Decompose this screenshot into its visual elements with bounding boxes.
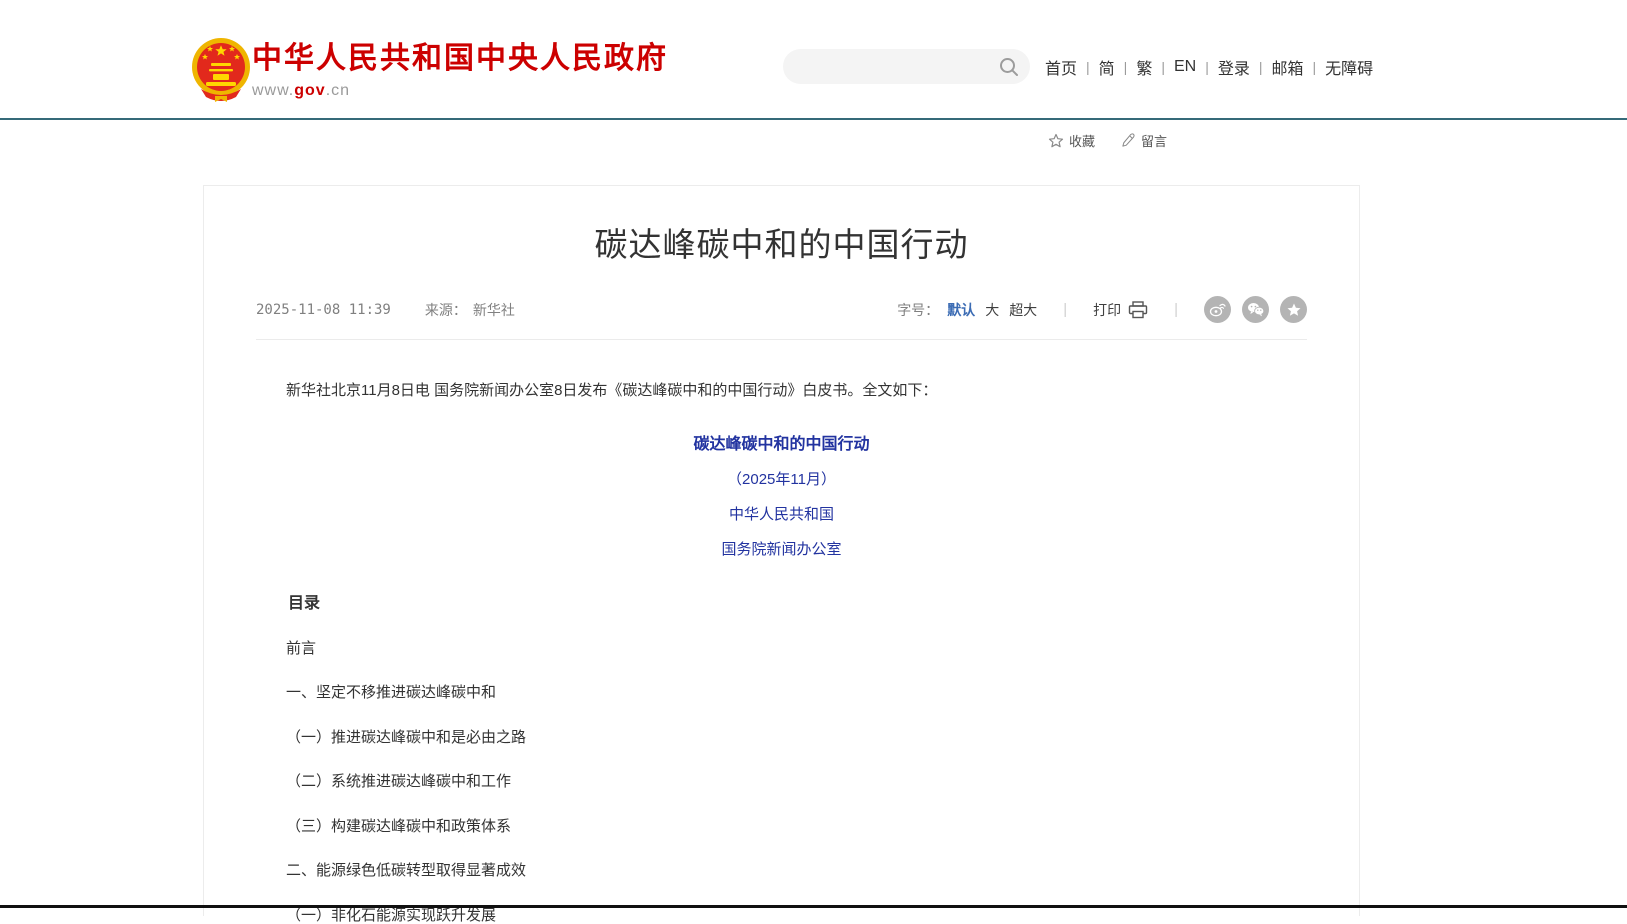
nav-separator: |	[1161, 59, 1165, 75]
nav-separator: |	[1259, 59, 1263, 75]
nav-separator: |	[1086, 59, 1090, 75]
search-button[interactable]	[997, 55, 1021, 79]
toc-item-section1: 一、坚定不移推进碳达峰碳中和	[256, 685, 1307, 702]
national-emblem-logo	[189, 36, 253, 104]
print-button[interactable]: 打印	[1093, 300, 1148, 320]
search-input[interactable]	[783, 49, 1030, 84]
meta-separator: |	[1174, 301, 1178, 318]
nav-link-accessibility[interactable]: 无障碍	[1325, 55, 1373, 79]
favorite-button[interactable]: 收藏	[1048, 131, 1095, 150]
doc-org-line2: 国务院新闻办公室	[256, 538, 1307, 559]
printer-icon	[1128, 301, 1148, 319]
site-url-highlight: gov	[294, 82, 325, 99]
search-box	[783, 49, 1030, 84]
weibo-icon	[1209, 301, 1226, 318]
source-label: 来源：	[425, 300, 467, 320]
toc-item-section2-1: （一）非化石能源实现跃升发展	[256, 908, 1307, 924]
site-title: 中华人民共和国中央人民政府	[252, 42, 668, 75]
toc-item-section1-1: （一）推进碳达峰碳中和是必由之路	[256, 730, 1307, 747]
toc-item-section1-3: （三）构建碳达峰碳中和政策体系	[256, 819, 1307, 836]
font-size-default-button[interactable]: 默认	[947, 300, 975, 320]
article-card: 碳达峰碳中和的中国行动 2025-11-08 11:39 来源： 新华社 字号：…	[203, 185, 1360, 916]
pen-icon	[1121, 133, 1136, 148]
share-icons	[1204, 296, 1307, 323]
nav-link-traditional[interactable]: 繁	[1136, 55, 1152, 79]
source-value[interactable]: 新华社	[473, 300, 515, 320]
share-more-button[interactable]	[1280, 296, 1307, 323]
font-size-large-button[interactable]: 大	[985, 300, 999, 320]
doc-org-line1: 中华人民共和国	[256, 503, 1307, 524]
page-toolbar: 收藏 留言	[1048, 131, 1167, 150]
site-url-suffix: .cn	[326, 82, 350, 99]
wechat-icon	[1247, 302, 1265, 317]
article-title: 碳达峰碳中和的中国行动	[204, 218, 1359, 266]
print-label: 打印	[1093, 300, 1121, 320]
toc-heading: 目录	[256, 589, 1307, 613]
nav-link-home[interactable]: 首页	[1045, 55, 1077, 79]
search-icon	[997, 55, 1021, 79]
font-size-label: 字号：	[897, 300, 939, 320]
nav-link-english[interactable]: EN	[1174, 58, 1196, 76]
window-bottom-edge	[0, 905, 1627, 908]
site-url-prefix: www.	[252, 82, 294, 99]
meta-separator: |	[1063, 301, 1067, 318]
star-icon	[1048, 133, 1064, 149]
nav-link-simplified[interactable]: 简	[1099, 55, 1115, 79]
doc-title: 碳达峰碳中和的中国行动	[256, 430, 1307, 454]
favorite-label: 收藏	[1069, 131, 1095, 150]
article-meta-right: 字号： 默认 大 超大 | 打印 |	[897, 296, 1307, 323]
nav-separator: |	[1313, 59, 1317, 75]
toc-item-section1-2: （二）系统推进碳达峰碳中和工作	[256, 774, 1307, 791]
article-body: 新华社北京11月8日电 国务院新闻办公室8日发布《碳达峰碳中和的中国行动》白皮书…	[204, 378, 1359, 924]
nav-separator: |	[1124, 59, 1128, 75]
nav-link-mail[interactable]: 邮箱	[1272, 55, 1304, 79]
nav-separator: |	[1205, 59, 1209, 75]
font-size-xlarge-button[interactable]: 超大	[1009, 300, 1037, 320]
publish-datetime: 2025-11-08 11:39	[256, 302, 391, 318]
article-meta-left: 2025-11-08 11:39 来源： 新华社	[256, 300, 515, 320]
lead-paragraph: 新华社北京11月8日电 国务院新闻办公室8日发布《碳达峰碳中和的中国行动》白皮书…	[256, 378, 1307, 404]
doc-date: （2025年11月）	[256, 468, 1307, 489]
comment-label: 留言	[1141, 131, 1167, 150]
toc-item-preface: 前言	[256, 641, 1307, 658]
share-star-icon	[1286, 302, 1302, 318]
site-identity: 中华人民共和国中央人民政府 www.gov.cn	[252, 42, 668, 100]
site-url: www.gov.cn	[252, 82, 668, 100]
comment-button[interactable]: 留言	[1121, 131, 1167, 150]
share-wechat-button[interactable]	[1242, 296, 1269, 323]
header-nav: 首页 | 简 | 繁 | EN | 登录 | 邮箱 | 无障碍	[1045, 55, 1373, 79]
share-weibo-button[interactable]	[1204, 296, 1231, 323]
toc-item-section2: 二、能源绿色低碳转型取得显著成效	[256, 863, 1307, 880]
nav-link-login[interactable]: 登录	[1218, 55, 1250, 79]
article-meta-bar: 2025-11-08 11:39 来源： 新华社 字号： 默认 大 超大 | 打…	[256, 296, 1307, 340]
site-header: 中华人民共和国中央人民政府 www.gov.cn 首页 | 简 | 繁 | EN | 登录 | 邮箱…	[0, 0, 1627, 120]
